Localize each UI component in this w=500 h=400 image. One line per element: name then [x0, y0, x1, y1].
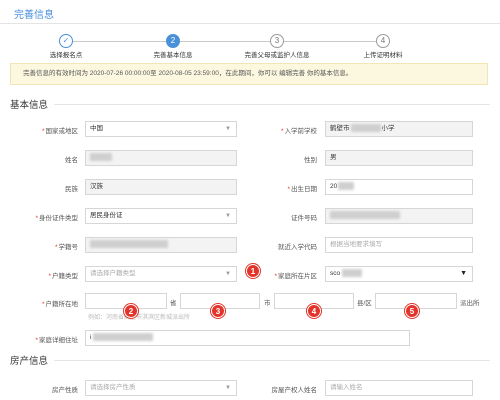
- id-type-select[interactable]: 居民身份证 ▼: [85, 208, 237, 224]
- owner-name-label: 房屋产权人姓名: [271, 387, 318, 394]
- nationality-select[interactable]: 中国 ▼: [85, 121, 237, 137]
- required-mark: *: [287, 186, 290, 193]
- entrance-school-label: *入学前学校: [280, 128, 317, 135]
- section-divider: [10, 360, 490, 361]
- redacted-text: [342, 269, 363, 278]
- student-no-label: *学籍号: [54, 244, 78, 251]
- property-type-label: 房产性质: [52, 387, 78, 394]
- nationality-label: *国家或地区: [41, 128, 78, 135]
- school-code-input[interactable]: 根据当地要求填写: [325, 237, 473, 253]
- entrance-school-field: 鹤壁市 小学: [325, 121, 473, 137]
- step-3-indicator: 3: [270, 34, 284, 48]
- id-number-label: 证件号码: [291, 215, 317, 222]
- required-mark: *: [274, 273, 277, 280]
- page-title: 完善信息: [14, 10, 54, 21]
- ethnicity-label: 民族: [65, 186, 78, 193]
- step-1-label: 选择报名点: [49, 52, 83, 59]
- required-mark: *: [35, 215, 38, 222]
- hukou-location-label: *户籍所在地: [41, 301, 78, 308]
- basic-info-heading: 基本信息: [10, 97, 55, 111]
- id-number-field: [325, 208, 473, 224]
- required-mark: *: [280, 128, 284, 135]
- property-type-select[interactable]: 请选择房产性质 ▼: [85, 380, 237, 396]
- annotation-marker-1: 1: [246, 264, 260, 278]
- chevron-down-icon: ▼: [225, 126, 231, 132]
- redacted-text: [93, 333, 154, 342]
- annotation-marker-4: 4: [307, 304, 321, 318]
- title-divider: [0, 23, 500, 24]
- annotation-marker-5: 5: [405, 304, 419, 318]
- annotation-marker-2: 2: [124, 304, 138, 318]
- redacted-text: [90, 240, 168, 249]
- redacted-text: [330, 211, 400, 220]
- chevron-down-icon: ▼: [225, 271, 231, 277]
- district-select[interactable]: sco ▼: [325, 266, 473, 282]
- address-label: *家庭详细住址: [35, 337, 78, 344]
- annotation-marker-3: 3: [211, 304, 225, 318]
- required-mark: *: [41, 128, 45, 135]
- student-no-field: [85, 237, 237, 253]
- school-code-label: 就近入学代码: [278, 244, 317, 251]
- ethnicity-field: 汉族: [85, 179, 237, 195]
- gender-label: 性别: [304, 157, 317, 164]
- required-mark: *: [54, 244, 58, 251]
- chevron-down-icon: ▼: [225, 385, 231, 391]
- station-unit: 派出所: [460, 300, 480, 307]
- section-divider: [10, 104, 490, 105]
- step-2-label: 完善基本信息: [153, 52, 193, 59]
- hukou-location-hint: 例如：河南省鹤壁市淇滨区新城派出所: [88, 315, 191, 321]
- id-type-label: *身份证件类型: [35, 215, 78, 222]
- step-2-indicator: 2: [166, 34, 180, 48]
- name-field: [85, 150, 237, 166]
- step-1-check-icon: ✓: [59, 34, 73, 48]
- required-mark: *: [35, 337, 38, 344]
- step-4-label: 上传证明材料: [363, 52, 403, 59]
- gender-field: 男: [325, 150, 473, 166]
- notice-banner: 完善信息的有效时间为 2020-07-26 00:00:00至 2020-08-…: [10, 63, 488, 85]
- county-unit: 县/区: [357, 300, 372, 307]
- step-4-indicator: 4: [376, 34, 390, 48]
- step-connector: [72, 41, 166, 42]
- city-unit: 市: [264, 300, 271, 307]
- birth-date-input[interactable]: 20: [325, 179, 473, 195]
- address-input[interactable]: i: [85, 330, 410, 346]
- step-3-label: 完善父母或监护人信息: [244, 52, 310, 59]
- redacted-text: [338, 182, 355, 191]
- step-connector: [180, 41, 270, 42]
- required-mark: *: [41, 301, 45, 308]
- chevron-down-icon: ▼: [225, 213, 231, 219]
- housing-info-heading: 房产信息: [10, 353, 55, 367]
- required-mark: *: [48, 273, 51, 280]
- district-label: *家庭所在片区: [274, 273, 317, 280]
- redacted-text: [90, 153, 112, 162]
- birth-date-label: *出生日期: [287, 186, 317, 193]
- progress-stepper: ✓ 选择报名点 2 完善基本信息 3 完善父母或监护人信息 4 上传证明材料: [0, 30, 500, 60]
- hukou-type-select[interactable]: 请选择户籍类型 ▼: [85, 266, 237, 282]
- dropdown-arrow-icon: ▼: [460, 270, 467, 277]
- province-unit: 省: [170, 300, 177, 307]
- step-connector: [284, 41, 376, 42]
- redacted-text: [350, 124, 381, 133]
- hukou-type-label: *户籍类型: [48, 273, 78, 280]
- owner-name-input[interactable]: 请输入姓名: [325, 380, 473, 396]
- name-label: 姓名: [65, 157, 78, 164]
